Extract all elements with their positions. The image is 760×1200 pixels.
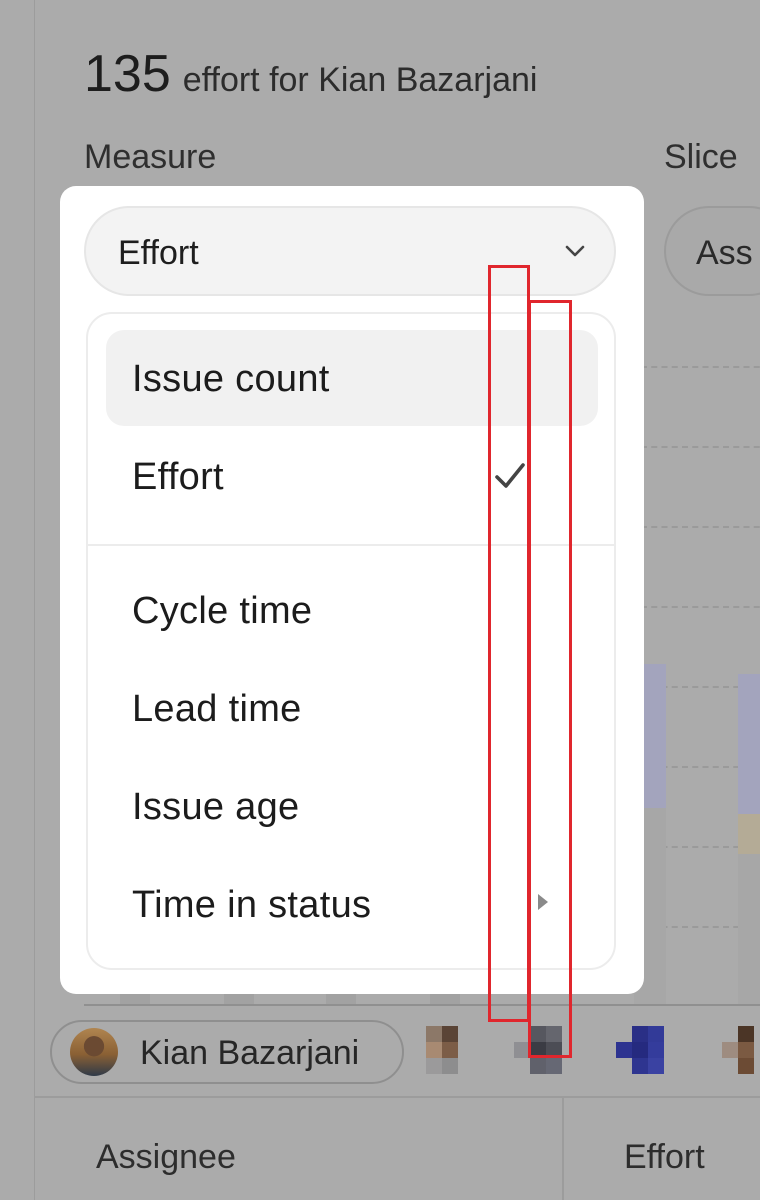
chart-bar [430, 994, 460, 1004]
chart-bar [738, 674, 760, 814]
page-subtitle: effort for Kian Bazarjani [182, 61, 538, 99]
menu-item-label: Cycle time [132, 590, 313, 632]
measure-label: Measure [84, 138, 217, 176]
chart-bar [738, 854, 760, 1004]
chart-bar [224, 994, 254, 1004]
avatar[interactable] [426, 1026, 460, 1078]
measure-select[interactable]: Effort [84, 206, 616, 296]
table-header-effort[interactable]: Effort [624, 1138, 705, 1177]
table-divider [34, 1096, 760, 1098]
avatar[interactable] [722, 1026, 760, 1078]
menu-item-label: Time in status [132, 884, 372, 926]
slice-label: Slice [664, 138, 738, 176]
menu-item-label: Effort [132, 456, 224, 498]
slice-select-value: Ass [696, 234, 753, 272]
assignee-chip[interactable]: Kian Bazarjani [50, 1020, 404, 1084]
annotation-rectangle [488, 265, 530, 1022]
chart-bar [326, 994, 356, 1004]
chart-bar [738, 814, 760, 854]
chevron-down-icon [565, 245, 585, 257]
chart-bar [120, 994, 150, 1004]
assignee-chip-name: Kian Bazarjani [140, 1034, 360, 1072]
chart-x-axis [84, 1004, 760, 1006]
menu-item-label: Lead time [132, 688, 302, 730]
left-rail [0, 0, 35, 1200]
slice-select[interactable]: Ass [664, 206, 760, 296]
menu-item-label: Issue age [132, 786, 300, 828]
table-header-assignee[interactable]: Assignee [96, 1138, 236, 1177]
measure-select-value: Effort [118, 234, 199, 272]
annotation-rectangle [528, 300, 572, 1058]
avatar [70, 1028, 118, 1076]
avatar[interactable] [616, 1026, 668, 1078]
page-title: 135 effort for Kian Bazarjani [84, 44, 537, 104]
menu-item-label: Issue count [132, 358, 330, 400]
effort-total: 135 [84, 45, 171, 103]
table-column-divider [562, 1098, 564, 1200]
